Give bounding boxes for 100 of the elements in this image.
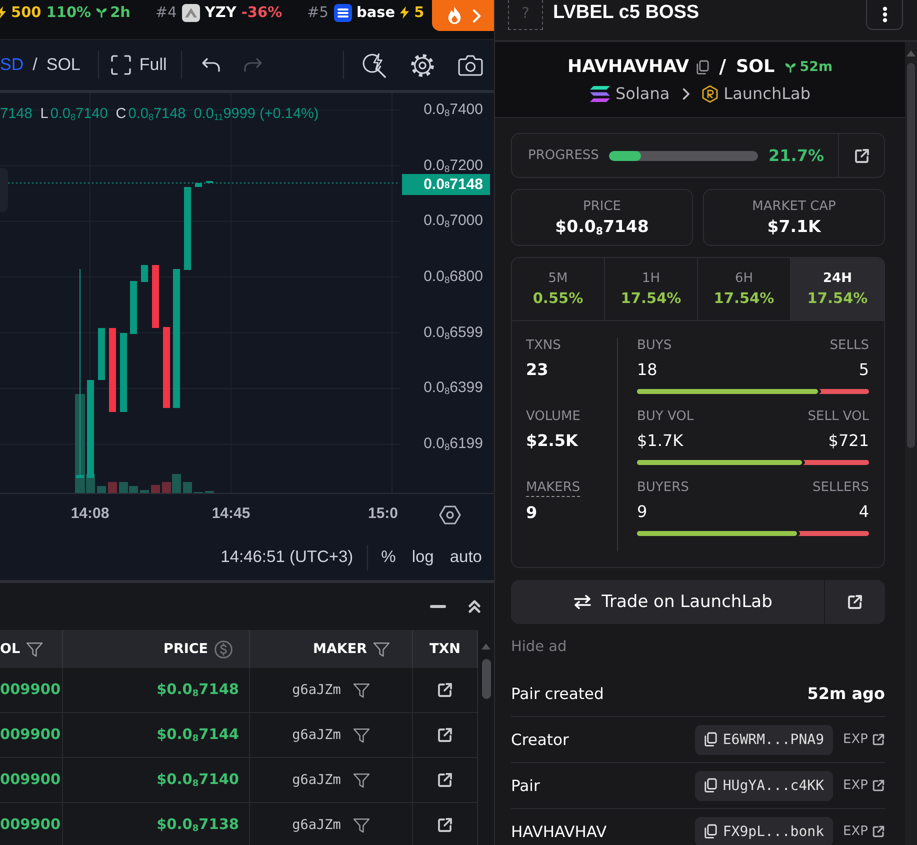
metric-value: $0.0$_{8}$7148	[555, 217, 649, 236]
price-axis-label: 0.0$_{8}$6399	[424, 380, 483, 396]
explorer-link[interactable]: EXP	[843, 778, 885, 793]
quote-token: SOL	[736, 57, 775, 77]
column-header[interactable]: PRICE	[63, 630, 250, 668]
currency-toggle[interactable]: SOL	[46, 55, 80, 75]
trade-button[interactable]: Trade on LaunchLab	[511, 580, 824, 624]
time-axis-label: 15:0	[368, 505, 398, 522]
legend-value: C 0.0$_{8}$7148	[116, 106, 186, 122]
settings-icon	[410, 52, 435, 78]
token-symbol[interactable]: base	[356, 4, 396, 20]
stat-label: SELL VOL	[808, 409, 869, 425]
filter-icon[interactable]	[352, 728, 370, 742]
scale-option[interactable]: auto	[450, 548, 482, 567]
settings-button[interactable]	[409, 52, 436, 78]
progress-value: 21.7%	[768, 146, 824, 165]
external-link-icon[interactable]	[872, 733, 885, 746]
hide-ad-link[interactable]: Hide ad	[511, 637, 567, 657]
fire-icon	[446, 6, 462, 25]
minus-icon	[430, 605, 446, 608]
pair-age: 52m	[800, 59, 833, 75]
maker-address[interactable]: g6aJZm	[292, 682, 341, 698]
legend-value: 0.0$_{11}$9999 (+0.14%)	[194, 106, 319, 122]
volume-bar	[140, 490, 149, 493]
maker-address[interactable]: g6aJZm	[292, 772, 341, 788]
copy-icon[interactable]	[704, 732, 717, 747]
swap-arrows-icon	[572, 595, 592, 609]
rank-label: #4	[156, 4, 177, 20]
timeframe-tab[interactable]: 24H 17.54%	[791, 258, 884, 320]
external-link-icon[interactable]	[437, 727, 453, 743]
boost-count: 500	[11, 4, 42, 20]
price-axis-label: 0.0$_{8}$7200	[424, 158, 483, 174]
stat-value: 4	[858, 501, 869, 523]
stat-label: BUYERS	[637, 480, 689, 496]
scroll-up-icon[interactable]	[481, 643, 491, 650]
price-axis-label: 0.0$_{8}$6800	[424, 269, 483, 286]
pair-separator: /	[719, 56, 726, 78]
explorer-link[interactable]: EXP	[843, 824, 885, 839]
redo-icon	[242, 57, 263, 73]
scale-option[interactable]: log	[412, 548, 434, 567]
trending-button[interactable]	[432, 0, 494, 31]
legend-value: 7148	[0, 106, 32, 122]
address-chip[interactable]: E6WRM...PNA9	[694, 724, 834, 754]
expand-button[interactable]	[468, 598, 481, 616]
copy-icon[interactable]	[696, 60, 710, 74]
chevron-right-icon	[682, 88, 690, 100]
timeframe-tab[interactable]: 1H 17.54%	[605, 258, 698, 320]
external-link-icon[interactable]	[437, 682, 453, 698]
chain-name[interactable]: Solana	[616, 84, 670, 103]
maker-address[interactable]: g6aJZm	[292, 727, 341, 743]
dollar-circle-icon[interactable]	[214, 640, 233, 658]
volume-bar	[183, 482, 192, 493]
hexagon-settings-icon[interactable]	[439, 505, 461, 525]
explorer-link[interactable]: EXP	[843, 732, 885, 747]
copy-icon[interactable]	[704, 778, 717, 793]
time-axis-label: 14:08	[70, 505, 110, 522]
token-symbol[interactable]: YZY	[204, 4, 236, 20]
currency-toggle[interactable]: SD	[0, 55, 24, 75]
bolt-icon	[400, 6, 410, 19]
filter-icon[interactable]	[352, 682, 370, 698]
undo-icon	[200, 57, 221, 73]
filter-icon[interactable]	[373, 642, 390, 656]
stat-value: 18	[637, 359, 658, 381]
rank-label: #5	[307, 4, 328, 20]
chevron-right-icon	[472, 8, 480, 22]
trade-price: $0.0$_{8}$7144	[156, 727, 239, 743]
maker-address[interactable]: g6aJZm	[292, 817, 341, 833]
trade-amount: 009900	[0, 772, 61, 788]
scrollbar-thumb[interactable]	[907, 63, 915, 448]
copy-icon[interactable]	[704, 824, 717, 839]
external-link-icon[interactable]	[437, 817, 453, 833]
info-value: 52m ago	[807, 684, 885, 703]
address-chip[interactable]: FX9pL...bonk	[694, 816, 834, 845]
timeframe-tab[interactable]: 5M 0.55%	[512, 258, 605, 320]
clock: 14:46:51 (UTC+3)	[220, 548, 354, 567]
alert-button[interactable]	[361, 52, 388, 78]
filter-icon[interactable]	[26, 642, 44, 656]
external-link-icon[interactable]	[872, 779, 885, 792]
column-header[interactable]: TXN	[413, 630, 478, 668]
address-chip[interactable]: HUgYA...c4KK	[694, 770, 834, 800]
scrollbar-thumb[interactable]	[482, 659, 490, 699]
scale-option[interactable]: %	[381, 548, 396, 567]
dex-name[interactable]: LaunchLab	[724, 84, 810, 103]
external-link-icon[interactable]	[437, 772, 453, 788]
menu-button[interactable]	[866, 0, 903, 30]
column-header[interactable]: OL	[0, 630, 63, 668]
price-change: 110%	[46, 4, 92, 20]
solana-logo-icon	[590, 86, 610, 102]
external-link-icon[interactable]	[854, 148, 870, 164]
column-header[interactable]: MAKER	[250, 630, 413, 668]
stat-label: SELLERS	[812, 480, 869, 496]
info-label: Pair	[511, 776, 540, 794]
info-label: Creator	[511, 730, 569, 748]
open-link-button[interactable]	[824, 580, 885, 624]
filter-icon[interactable]	[352, 818, 370, 832]
external-link-icon[interactable]	[872, 825, 885, 838]
seedling-icon	[96, 7, 108, 18]
filter-icon[interactable]	[352, 772, 370, 788]
fullscreen-button[interactable]: Full	[111, 55, 167, 75]
stat-value: $1.7K	[637, 430, 684, 452]
